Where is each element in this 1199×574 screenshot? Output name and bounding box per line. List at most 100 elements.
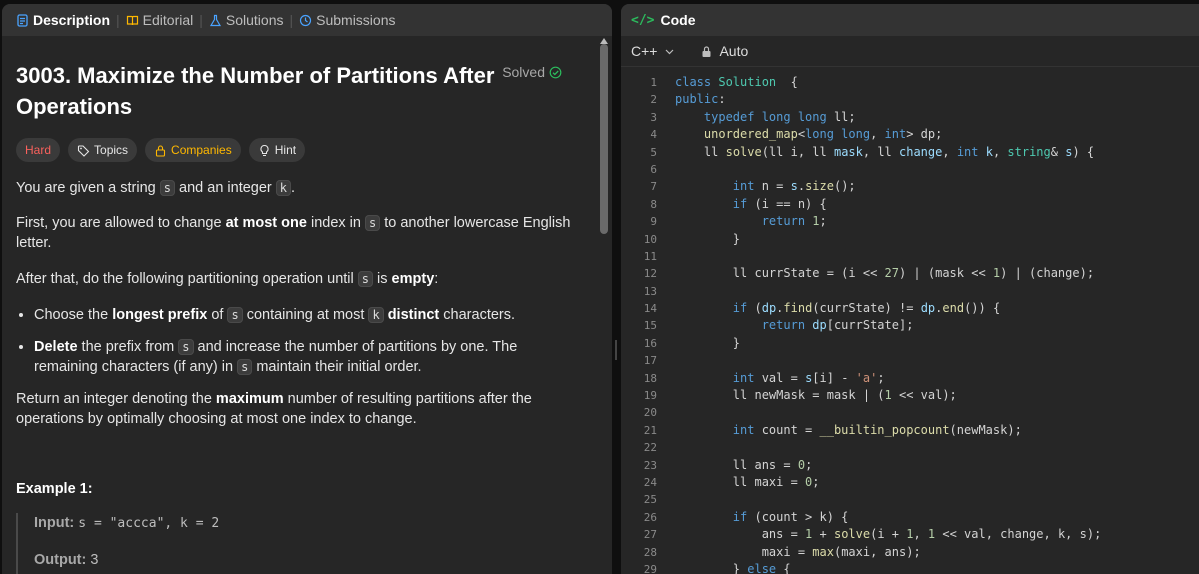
description-tabs: Description | Editorial | Solutions | Su… — [2, 4, 612, 36]
line-number: 15 — [643, 319, 657, 333]
tab-description-label: Description — [33, 12, 111, 28]
code-line[interactable]: 3 typedef long long ll; — [621, 109, 1199, 126]
code-text: maxi = max(maxi, ans); — [675, 544, 921, 559]
code-text: class Solution { — [675, 75, 798, 89]
code-line[interactable]: 28 maxi = max(maxi, ans); — [621, 544, 1199, 561]
code-editor[interactable]: 1 class Solution { 2 public: 3 typedef long … — [621, 74, 1199, 574]
check-circle-icon — [549, 66, 562, 78]
code-line[interactable]: 1 class Solution { — [621, 74, 1199, 91]
tab-description[interactable]: Description — [10, 12, 116, 28]
code-toolbar: C++ Auto — [621, 36, 1199, 67]
example-input-value: s = "accca", k = 2 — [78, 516, 220, 531]
code-line[interactable]: 29 } else { — [621, 561, 1199, 574]
title-row: 3003. Maximize the Number of Partitions … — [16, 60, 584, 126]
inline-code: s — [364, 215, 381, 231]
code-line[interactable]: 5 ll solve(ll i, ll mask, ll change, int… — [621, 144, 1199, 161]
inline-code: s — [178, 339, 194, 355]
code-panel-header: </> Code — [621, 4, 1199, 36]
description-paragraph-2: First, you are allowed to change at most… — [16, 213, 584, 253]
line-number: 24 — [643, 475, 657, 489]
text: Choose the — [34, 307, 113, 323]
code-line[interactable]: 10 } — [621, 231, 1199, 248]
line-number: 6 — [650, 162, 657, 176]
code-line[interactable]: 8 if (i == n) { — [621, 196, 1199, 213]
language-select[interactable]: C++ — [631, 43, 676, 59]
lightbulb-icon — [260, 144, 269, 156]
code-text: ll maxi = 0; — [675, 474, 820, 489]
hint-chip[interactable]: Hint — [248, 138, 306, 162]
description-paragraph-1: You are given a string s and an integer … — [16, 178, 584, 198]
text: characters. — [439, 307, 516, 323]
code-line[interactable]: 9 return 1; — [621, 213, 1199, 230]
code-line[interactable]: 22 — [621, 439, 1199, 456]
example-input: Input: s = "accca", k = 2 — [34, 513, 584, 534]
code-text: ll newMask = mask | (1 << val); — [675, 388, 957, 403]
line-number: 14 — [643, 302, 657, 316]
code-text: ll currState = (i << 27) | (mask << 1) |… — [675, 266, 1095, 281]
code-line[interactable]: 2 public: — [621, 91, 1199, 108]
code-line[interactable]: 24 ll maxi = 0; — [621, 474, 1199, 491]
line-number: 28 — [643, 545, 657, 559]
description-scrollbar[interactable] — [600, 44, 608, 234]
example-title: Example 1: — [16, 481, 93, 497]
topics-chip[interactable]: Topics — [68, 138, 138, 162]
chevron-down-icon — [666, 49, 674, 54]
code-line[interactable]: 7 int n = s.size(); — [621, 178, 1199, 195]
bold-text: Delete — [34, 339, 78, 355]
list-item: Choose the longest prefix of s containin… — [34, 305, 584, 325]
inline-code: k — [275, 180, 292, 196]
line-number: 20 — [643, 406, 657, 420]
inline-code: s — [237, 359, 253, 375]
inline-code: s — [357, 271, 374, 287]
language-label: C++ — [631, 43, 658, 59]
text: is — [373, 271, 392, 287]
code-line[interactable]: 16 } — [621, 335, 1199, 352]
tab-editorial-label: Editorial — [142, 12, 194, 28]
code-brackets-icon: </> — [631, 12, 655, 28]
code-line[interactable]: 18 int val = s[i] - 'a'; — [621, 370, 1199, 387]
companies-chip[interactable]: Companies — [145, 138, 241, 162]
code-line[interactable]: 6 — [621, 161, 1199, 178]
code-line[interactable]: 26 if (count > k) { — [621, 509, 1199, 526]
code-line[interactable]: 25 — [621, 491, 1199, 508]
line-number: 4 — [650, 128, 657, 142]
code-line[interactable]: 13 — [621, 283, 1199, 300]
topics-label: Topics — [94, 143, 129, 157]
code-text: public: — [675, 92, 726, 107]
code-line[interactable]: 4 unordered_map<long long, int> dp; — [621, 126, 1199, 143]
bold-text: longest — [112, 307, 164, 323]
code-line[interactable]: 12 ll currState = (i << 27) | (mask << 1… — [621, 265, 1199, 282]
tab-solutions-label: Solutions — [225, 12, 284, 28]
text: index in — [306, 215, 365, 231]
line-number: 8 — [650, 197, 657, 211]
panel-resize-handle[interactable] — [615, 340, 617, 360]
solved-label: Solved — [502, 64, 545, 80]
tab-solutions[interactable]: Solutions — [203, 12, 290, 28]
tab-editorial[interactable]: Editorial — [120, 12, 200, 28]
line-number: 18 — [643, 371, 657, 385]
line-number: 1 — [650, 76, 657, 89]
code-line[interactable]: 11 — [621, 248, 1199, 265]
code-text: return 1; — [761, 214, 827, 229]
code-line[interactable]: 17 — [621, 352, 1199, 369]
line-number: 10 — [643, 232, 657, 246]
bold-text: empty — [391, 271, 435, 287]
example-output: Output: 3 — [34, 550, 584, 570]
description-paragraph-4: Return an integer denoting the maximum n… — [16, 389, 584, 429]
line-number: 5 — [650, 145, 657, 159]
code-line[interactable]: 14 if (dp.find(currState) != dp.end()) { — [621, 300, 1199, 317]
code-line[interactable]: 21 int count = __builtin_popcount(newMas… — [621, 422, 1199, 439]
text: . — [291, 180, 296, 196]
description-paragraph-3: After that, do the following partitionin… — [16, 269, 584, 289]
tab-submissions[interactable]: Submissions — [293, 12, 401, 28]
code-line[interactable]: 23 ll ans = 0; — [621, 457, 1199, 474]
code-line[interactable]: 27 ans = 1 + solve(i + 1, 1 << val, chan… — [621, 526, 1199, 543]
line-number: 17 — [643, 354, 657, 368]
code-line[interactable]: 19 ll newMask = mask | (1 << val); — [621, 387, 1199, 404]
auto-mode-toggle[interactable]: Auto — [700, 43, 748, 59]
book-icon — [126, 15, 138, 25]
auto-mode-label: Auto — [719, 43, 749, 59]
code-line[interactable]: 15 return dp[currState]; — [621, 317, 1199, 334]
line-number: 3 — [650, 110, 657, 124]
code-line[interactable]: 20 — [621, 404, 1199, 421]
